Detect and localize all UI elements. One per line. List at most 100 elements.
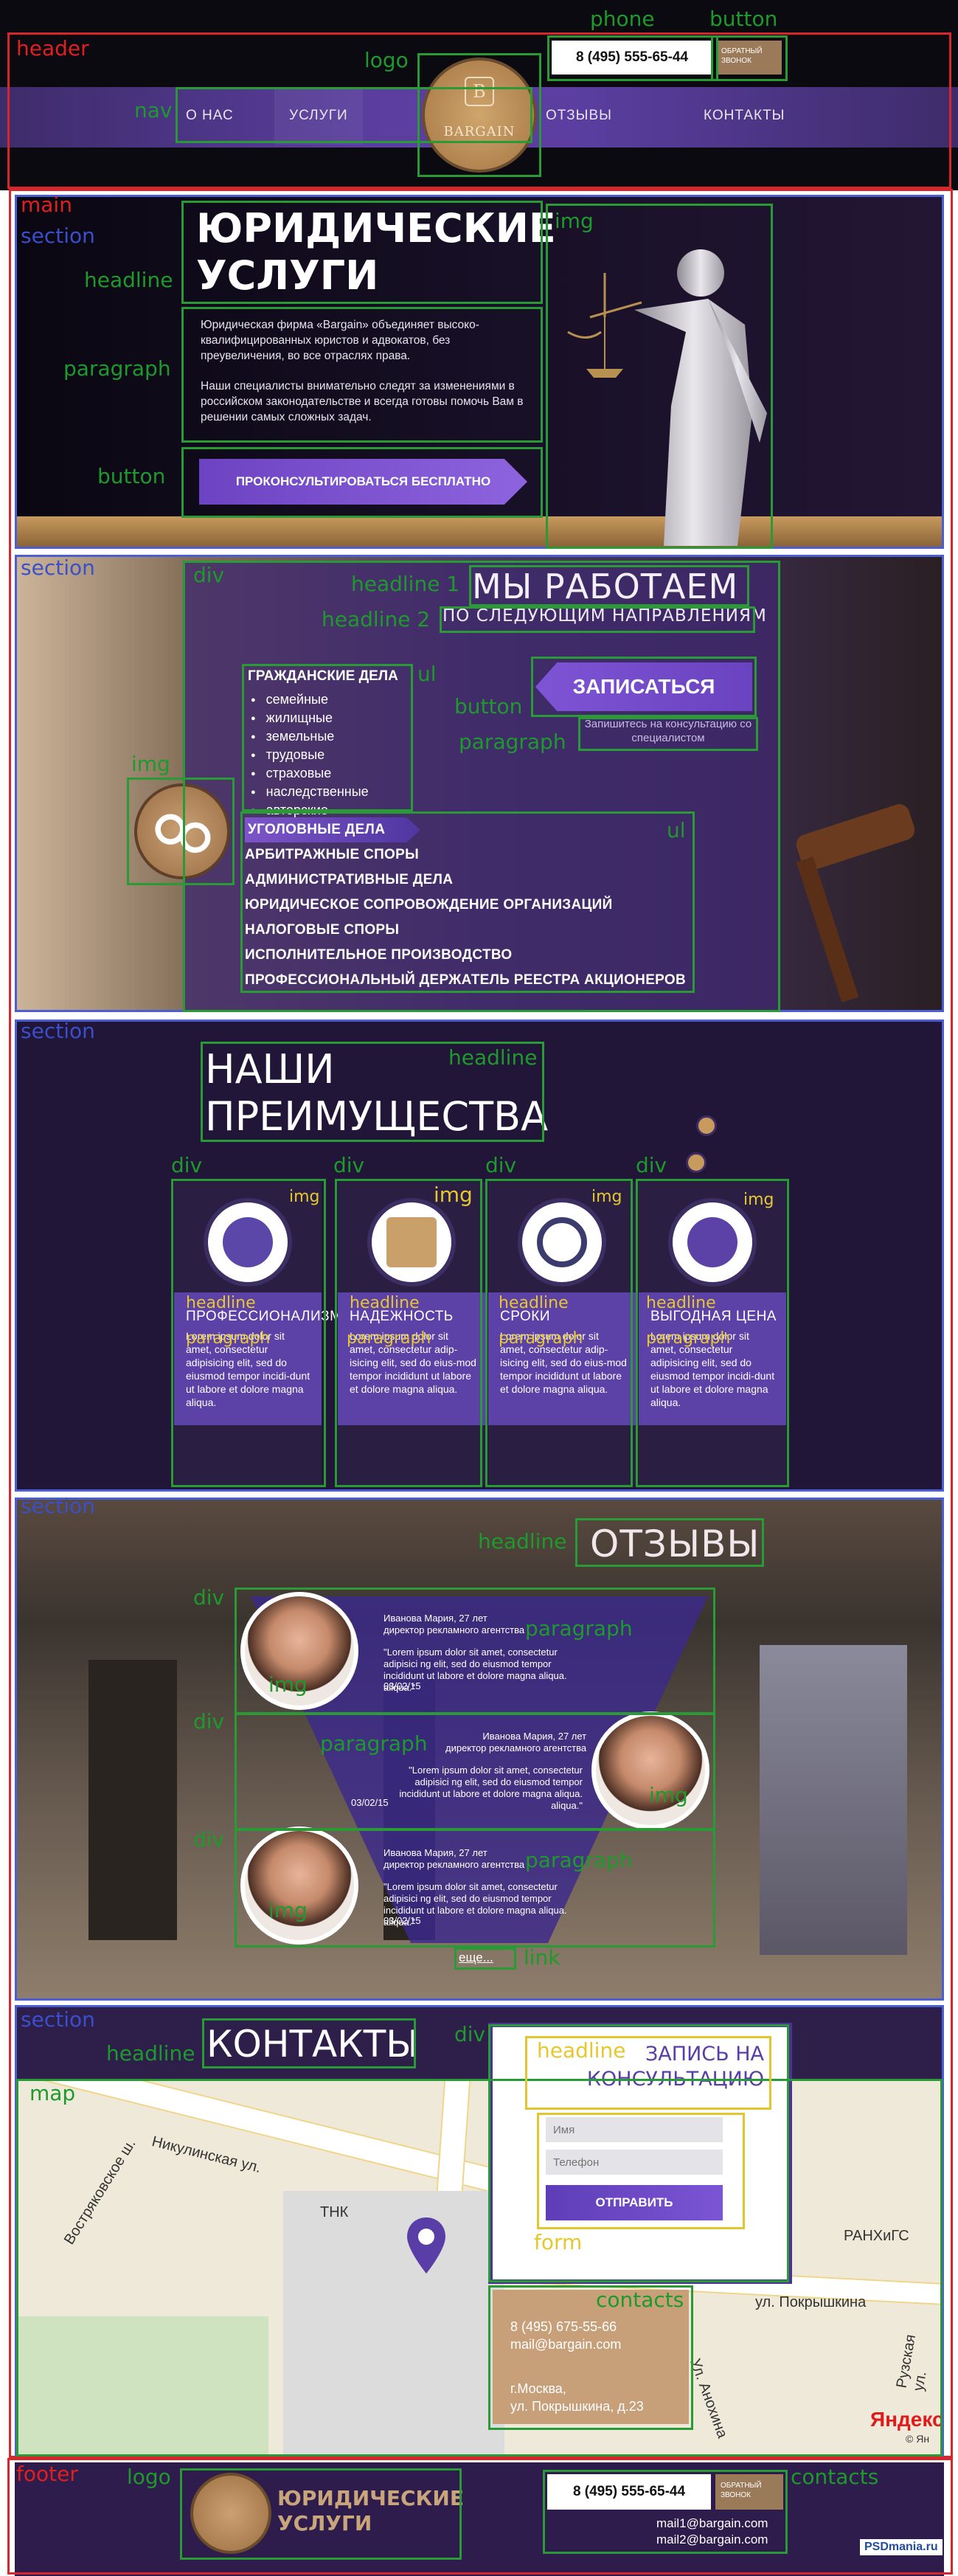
label-headline: headline xyxy=(448,1045,538,1070)
label-paragraph: paragraph xyxy=(459,730,566,754)
map[interactable]: Никулинская ул. Востряковское ш. ТНК РАН… xyxy=(18,2080,941,2455)
label-div: div xyxy=(485,1153,517,1177)
hero-paragraph-1: Юридическая фирма «Bargain» объединяет в… xyxy=(201,319,479,362)
label-headline: headline xyxy=(646,1294,716,1312)
review-author-name: Иванова Мария, 27 лет xyxy=(383,1847,487,1858)
review-author: Иванова Мария, 27 лет директор рекламног… xyxy=(383,1613,524,1636)
footer-logo[interactable] xyxy=(190,2473,271,2554)
label-ul: ul xyxy=(667,818,686,842)
list-item[interactable]: ИСПОЛНИТЕЛЬНОЕ ПРОИЗВОДСТВО xyxy=(245,943,686,968)
header-phone[interactable]: 8 (495) 555-65-44 xyxy=(552,41,712,75)
list-item[interactable]: АРБИТРАЖНЫЕ СПОРЫ xyxy=(245,842,686,868)
send-button[interactable]: ОТПРАВИТЬ xyxy=(546,2185,723,2220)
contacts-title: КОНТАКТЫ xyxy=(206,2023,419,2066)
label-img: img xyxy=(268,1672,308,1697)
label-headline: headline xyxy=(186,1294,256,1312)
footer-emails: mail1@bargain.com mail2@bargain.com xyxy=(656,2516,768,2548)
label-img: img xyxy=(289,1188,320,1206)
reviews-title: ОТЗЫВЫ xyxy=(590,1523,760,1565)
free-consultation-button[interactable]: ПРОКОНСУЛЬТИРОВАТЬСЯ БЕСПЛАТНО xyxy=(199,459,527,505)
map-label: Рузская ул. xyxy=(893,2333,930,2392)
label-paragraph: paragraph xyxy=(347,1329,431,1348)
name-input[interactable] xyxy=(546,2117,723,2142)
phone-input[interactable] xyxy=(546,2150,723,2175)
hero-title-line2: УСЛУГИ xyxy=(196,252,379,299)
list-item[interactable]: АДМИНИСТРАТИВНЫЕ ДЕЛА xyxy=(245,868,686,893)
footer-phone[interactable]: 8 (495) 555-65-44 xyxy=(547,2474,711,2510)
label-img: img xyxy=(649,1783,688,1807)
stopwatch-icon xyxy=(518,1198,606,1287)
list-item[interactable]: ПРОФЕССИОНАЛЬНЫЙ ДЕРЖАТЕЛЬ РЕЕСТРА АКЦИО… xyxy=(245,968,686,993)
label-paragraph: paragraph xyxy=(186,1329,271,1348)
footer-email-2[interactable]: mail2@bargain.com xyxy=(656,2532,768,2548)
label-div: div xyxy=(193,563,225,587)
label-paragraph: paragraph xyxy=(525,1848,633,1872)
label-headline2: headline 2 xyxy=(322,607,431,631)
map-label: РАНХиГС xyxy=(844,2228,909,2244)
label-paragraph: paragraph xyxy=(499,1329,583,1348)
label-contacts: contacts xyxy=(596,2288,684,2312)
psdmania-badge[interactable]: PSDmania.ru xyxy=(860,2539,943,2555)
label-ul: ul xyxy=(417,662,437,686)
yandex-logo[interactable]: Яндекс xyxy=(870,2408,944,2431)
nav-item-about[interactable]: О НАС xyxy=(186,108,234,124)
nav-item-contacts[interactable]: КОНТАКТЫ xyxy=(704,108,785,124)
reviewer-photo xyxy=(591,1711,709,1829)
map-copyright: © Ян xyxy=(906,2433,930,2445)
callback-button[interactable]: ОБРАТНЫЙ ЗВОНОК xyxy=(717,41,782,75)
hero-paragraph: Юридическая фирма «Bargain» объединяет в… xyxy=(201,317,532,425)
register-note: Запишитесь на консультацию со специалист… xyxy=(584,718,752,744)
list-item: наследственные xyxy=(251,783,369,801)
map-pin-icon[interactable] xyxy=(406,2216,447,2275)
logo-emblem: B xyxy=(465,77,494,106)
directions-headline-2: ПО СЛЕДУЮЩИМ НАПРАВЛЕНИЯМ xyxy=(442,606,767,626)
label-div: div xyxy=(454,2022,486,2046)
label-section: section xyxy=(21,1019,95,1043)
coin-icon xyxy=(686,1152,707,1173)
register-button[interactable]: ЗАПИСАТЬСЯ xyxy=(535,662,752,711)
label-headline1: headline 1 xyxy=(351,572,460,596)
label-section: section xyxy=(21,1494,95,1518)
civil-cases-title: ГРАЖДАНСКИЕ ДЕЛА xyxy=(248,668,398,684)
coin-icon xyxy=(696,1115,717,1136)
handcuffs-icon xyxy=(134,783,230,879)
piggy-bank-icon xyxy=(668,1198,757,1287)
footer-email-1[interactable]: mail1@bargain.com xyxy=(656,2516,768,2532)
label-button: button xyxy=(97,464,166,488)
label-headline: headline xyxy=(499,1294,569,1312)
map-label: Никулинская ул. xyxy=(150,2133,263,2177)
list-item: земельные xyxy=(251,727,369,746)
label-form: form xyxy=(534,2230,583,2254)
review-author-role: директор рекламного агентства xyxy=(445,1742,587,1753)
list-item[interactable]: ЮРИДИЧЕСКОЕ СОПРОВОЖДЕНИЕ ОРГАНИЗАЦИЙ xyxy=(245,893,686,918)
label-button: button xyxy=(709,7,778,31)
label-paragraph: paragraph xyxy=(646,1329,731,1348)
footer-title: ЮРИДИЧЕСКИЕ УСЛУГИ xyxy=(277,2486,464,2536)
label-logo: logo xyxy=(127,2465,171,2489)
map-park xyxy=(18,2316,268,2455)
contact-phone: 8 (495) 675-55-66 xyxy=(510,2319,617,2334)
label-main: main xyxy=(21,193,72,217)
review-author: Иванова Мария, 27 лет директор рекламног… xyxy=(445,1731,586,1754)
more-reviews-link[interactable]: еще... xyxy=(459,1950,493,1965)
contact-city: г.Москва, xyxy=(510,2381,566,2396)
nav-item-services[interactable]: УСЛУГИ xyxy=(289,108,348,124)
label-headline: headline xyxy=(106,2041,195,2066)
map-label: ТНК xyxy=(320,2204,349,2220)
footer-callback-button[interactable]: ОБРАТНЫЙ ЗВОНОК xyxy=(715,2474,783,2510)
list-item-criminal[interactable]: УГОЛОВНЫЕ ДЕЛА xyxy=(245,817,420,842)
map-block xyxy=(283,2191,504,2455)
label-map: map xyxy=(29,2081,76,2105)
footer-title-line2: УСЛУГИ xyxy=(277,2511,372,2535)
label-button: button xyxy=(454,694,523,719)
site-logo[interactable]: B BARGAIN xyxy=(422,58,537,173)
label-headline: headline xyxy=(350,1294,420,1312)
label-section: section xyxy=(21,2007,95,2032)
contact-email[interactable]: mail@bargain.com xyxy=(510,2336,671,2353)
label-nav: nav xyxy=(134,98,173,122)
list-item[interactable]: НАЛОГОВЫЕ СПОРЫ xyxy=(245,918,686,943)
advantages-title-line2: ПРЕИМУЩЕСТВА xyxy=(205,1093,549,1140)
hero-paragraph-2: Наши специалисты внимательно следят за и… xyxy=(201,380,524,423)
nav-item-reviews[interactable]: ОТЗЫВЫ xyxy=(546,108,612,124)
label-img: img xyxy=(268,1898,308,1922)
